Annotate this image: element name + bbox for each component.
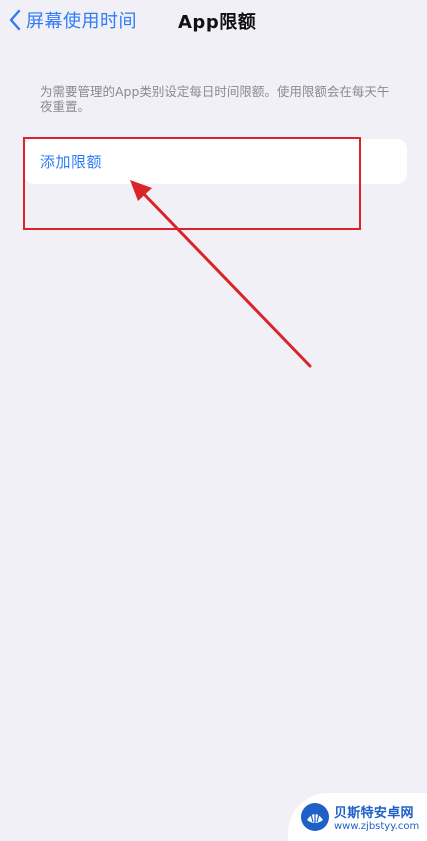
- limits-description: 为需要管理的App类别设定每日时间限额。使用限额会在每天午夜重置。: [40, 84, 390, 114]
- highlight-annotation-box: [23, 137, 361, 230]
- watermark: 贝斯特安卓网 www.zjbstyy.com: [288, 793, 427, 841]
- watermark-title: 贝斯特安卓网: [334, 806, 414, 821]
- chevron-left-icon: [9, 9, 21, 31]
- annotation-arrow: [130, 180, 312, 368]
- watermark-url: www.zjbstyy.com: [334, 821, 420, 832]
- navigation-bar: 屏幕使用时间 App限额: [0, 0, 427, 42]
- back-button[interactable]: 屏幕使用时间: [8, 6, 137, 34]
- page-title: App限额: [178, 12, 257, 33]
- shell-logo-icon: [301, 803, 329, 831]
- back-label: 屏幕使用时间: [26, 11, 137, 32]
